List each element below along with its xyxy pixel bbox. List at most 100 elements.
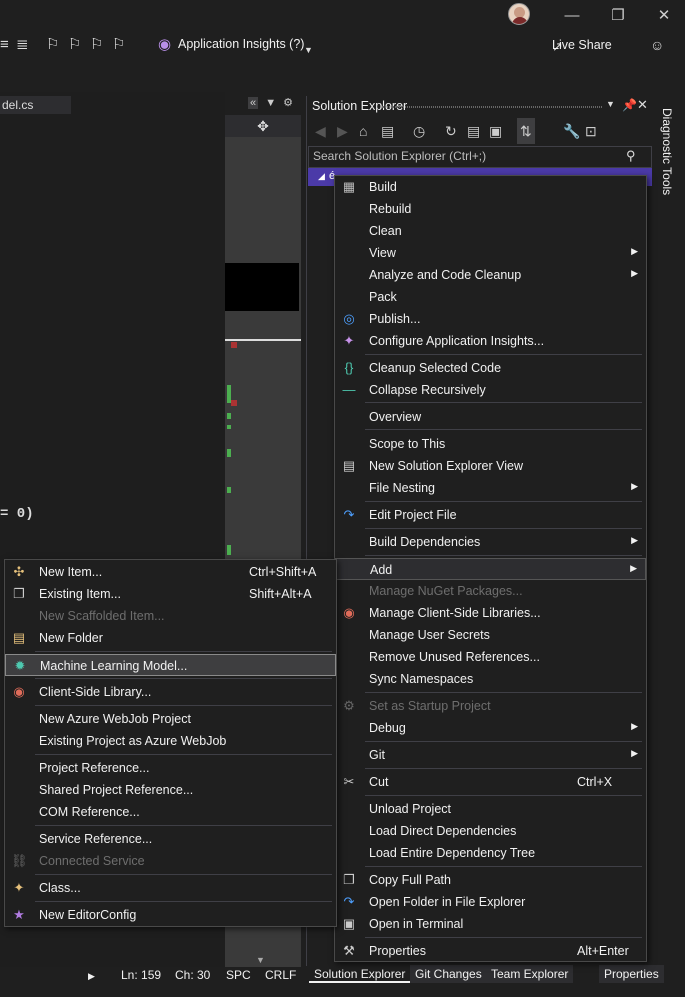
menu-item-build[interactable]: ▦ Build (335, 176, 646, 198)
menu-item-existing-project-as-azure-webjob[interactable]: Existing Project as Azure WebJob (5, 730, 336, 752)
chevron-down-icon[interactable]: ▼ (304, 40, 313, 60)
properties-wrench-icon[interactable]: 🔧 (563, 118, 580, 144)
show-all-files-icon[interactable]: ▣ (489, 118, 502, 144)
forward-icon[interactable]: ▶ (337, 118, 348, 144)
menu-item-view[interactable]: View ▶ (335, 242, 646, 264)
refresh-icon[interactable]: ↻ (445, 118, 457, 144)
menu-item-debug[interactable]: Debug ▶ (335, 717, 646, 739)
restore-icon[interactable]: ❐ (598, 4, 638, 28)
toolbar-lines-icon[interactable]: ≡ (0, 35, 9, 55)
preview-icon[interactable]: ⊡ (585, 118, 597, 144)
menu-separator (35, 754, 332, 755)
tab-team-explorer[interactable]: Team Explorer (486, 965, 574, 983)
menu-item-properties[interactable]: ⚒ Properties Alt+Enter (335, 940, 646, 962)
menu-item-new-folder[interactable]: ▤ New Folder (5, 627, 336, 649)
status-line[interactable]: Ln: 159 (121, 968, 161, 982)
menu-item-manage-user-secrets[interactable]: Manage User Secrets (335, 624, 646, 646)
tab-properties[interactable]: Properties (599, 965, 664, 983)
switch-views-icon[interactable]: ▤ (381, 118, 394, 144)
minimize-icon[interactable]: — (552, 4, 592, 28)
menu-item-open-in-terminal[interactable]: ▣ Open in Terminal (335, 913, 646, 935)
menu-item-manage-client-side-libraries[interactable]: ◉ Manage Client-Side Libraries... (335, 602, 646, 624)
menu-item-build-dependencies[interactable]: Build Dependencies ▶ (335, 531, 646, 553)
menu-item-label: Scope to This (369, 437, 446, 451)
bookmark-prev-icon[interactable]: ⚐ (68, 35, 81, 55)
menu-item-client-side-library[interactable]: ◉ Client-Side Library... (5, 681, 336, 703)
bookmark-next-icon[interactable]: ⚐ (90, 35, 103, 55)
menu-item-new-solution-explorer-view[interactable]: ▤ New Solution Explorer View (335, 455, 646, 477)
menu-item-service-reference[interactable]: Service Reference... (5, 828, 336, 850)
search-input[interactable]: Search Solution Explorer (Ctrl+;) (313, 149, 486, 163)
menu-separator (365, 501, 642, 502)
minimap-splitter[interactable]: ✥ (225, 115, 301, 137)
menu-item-class[interactable]: ✦ Class... (5, 877, 336, 899)
menu-item-shared-project-reference[interactable]: Shared Project Reference... (5, 779, 336, 801)
menu-item-publish[interactable]: ◎ Publish... (335, 308, 646, 330)
bookmark-icon[interactable]: ⚐ (46, 35, 59, 55)
menu-item-file-nesting[interactable]: File Nesting ▶ (335, 477, 646, 499)
diagnostic-tools-label[interactable]: Diagnostic Tools (660, 108, 674, 195)
close-icon[interactable]: ✕ (637, 97, 648, 113)
menu-item-label: Sync Namespaces (369, 672, 474, 686)
menu-item-unload-project[interactable]: Unload Project (335, 798, 646, 820)
menu-item-copy-full-path[interactable]: ❐ Copy Full Path (335, 869, 646, 891)
menu-item-add[interactable]: Add ▶ (335, 558, 646, 580)
status-spacing[interactable]: SPC (226, 968, 251, 982)
chevron-down-icon[interactable]: ▼ (606, 99, 615, 109)
menu-item-git[interactable]: Git ▶ (335, 744, 646, 766)
menu-item-cut[interactable]: ✂ Cut Ctrl+X (335, 771, 646, 793)
application-insights-button[interactable]: Application Insights (?) (178, 37, 304, 51)
ml-model-icon: ✹ (14, 658, 26, 673)
menu-item-machine-learning-model[interactable]: ✹ Machine Learning Model... (5, 654, 336, 676)
close-icon[interactable]: ✕ (644, 4, 684, 28)
menu-item-existing-item[interactable]: ❐ Existing Item... Shift+Alt+A (5, 583, 336, 605)
feedback-icon[interactable]: ☺ (650, 35, 664, 55)
menu-item-sync-namespaces[interactable]: Sync Namespaces (335, 668, 646, 690)
uncomment-icon[interactable]: ≣ (16, 35, 29, 55)
menu-item-new-item[interactable]: ✣ New Item... Ctrl+Shift+A (5, 561, 336, 583)
menu-item-pack[interactable]: Pack (335, 286, 646, 308)
back-icon[interactable]: ◀ (315, 118, 326, 144)
user-avatar-icon[interactable] (508, 3, 530, 25)
tab-solution-explorer[interactable]: Solution Explorer (309, 965, 411, 983)
menu-item-configure-application-insights[interactable]: ✦ Configure Application Insights... (335, 330, 646, 352)
menu-item-clean[interactable]: Clean (335, 220, 646, 242)
scroll-right-icon[interactable]: ▶ (88, 971, 95, 982)
document-tab[interactable]: del.cs (0, 96, 71, 114)
menu-item-label: Overview (369, 410, 422, 424)
tab-git-changes[interactable]: Git Changes (410, 965, 487, 983)
bookmark-clear-icon[interactable]: ⚐ (112, 35, 125, 55)
lightbulb-icon[interactable]: ◉ (158, 35, 171, 55)
menu-item-remove-unused-references[interactable]: Remove Unused References... (335, 646, 646, 668)
pin-icon[interactable]: 📌 (622, 98, 637, 112)
menu-item-scope-to-this[interactable]: Scope to This (335, 433, 646, 455)
chevron-down-icon[interactable]: ▼ (265, 97, 276, 109)
expand-chevron-icon[interactable]: ◢ (318, 171, 325, 182)
menu-item-rebuild[interactable]: Rebuild (335, 198, 646, 220)
status-column[interactable]: Ch: 30 (175, 968, 210, 982)
double-chevron-left-icon[interactable]: « (248, 97, 259, 109)
menu-item-analyze-and-code-cleanup[interactable]: Analyze and Code Cleanup ▶ (335, 264, 646, 286)
menu-separator (35, 651, 332, 652)
sync-icon[interactable]: ⇅ (517, 118, 535, 144)
menu-item-overview[interactable]: Overview (335, 406, 646, 428)
menu-item-edit-project-file[interactable]: ↷ Edit Project File (335, 504, 646, 526)
menu-item-cleanup-selected-code[interactable]: {} Cleanup Selected Code (335, 357, 646, 379)
menu-item-com-reference[interactable]: COM Reference... (5, 801, 336, 823)
status-line-ending[interactable]: CRLF (265, 968, 296, 982)
menu-item-load-direct-dependencies[interactable]: Load Direct Dependencies (335, 820, 646, 842)
search-icon[interactable]: ⚲ (626, 148, 636, 164)
menu-item-project-reference[interactable]: Project Reference... (5, 757, 336, 779)
menu-item-new-azure-webjob-project[interactable]: New Azure WebJob Project (5, 708, 336, 730)
gear-icon[interactable]: ⚙ (283, 97, 293, 109)
collapse-all-icon[interactable]: ▤ (467, 118, 480, 144)
minimap-viewport[interactable] (225, 263, 299, 311)
home-icon[interactable]: ⌂ (359, 118, 367, 144)
live-share-button[interactable]: Live Share (552, 38, 612, 52)
menu-item-open-folder-in-file-explorer[interactable]: ↷ Open Folder in File Explorer (335, 891, 646, 913)
pending-changes-icon[interactable]: ◷ (413, 118, 425, 144)
scroll-down-icon[interactable]: ▼ (256, 955, 265, 965)
menu-item-collapse-recursively[interactable]: — Collapse Recursively (335, 379, 646, 401)
menu-item-load-entire-dependency-tree[interactable]: Load Entire Dependency Tree (335, 842, 646, 864)
menu-item-new-editorconfig[interactable]: ★ New EditorConfig (5, 904, 336, 926)
